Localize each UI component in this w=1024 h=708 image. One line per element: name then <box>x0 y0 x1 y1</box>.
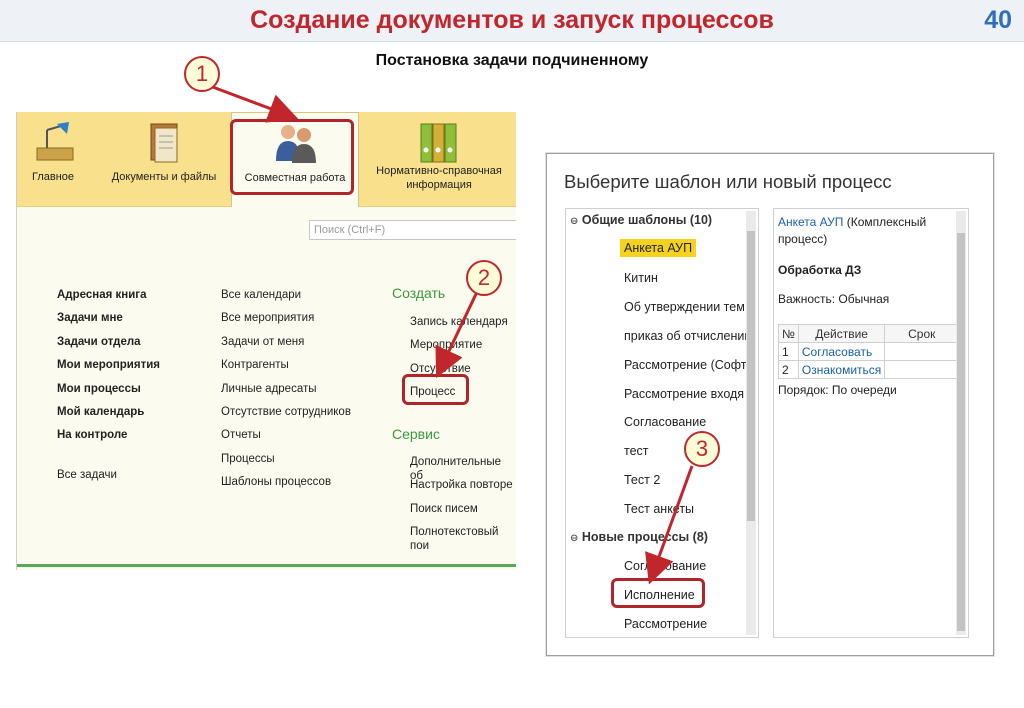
arrow-2 <box>435 293 478 379</box>
callout-3: 3 <box>684 431 720 467</box>
callout-1: 1 <box>184 56 220 92</box>
annotation-arrows <box>209 84 694 585</box>
arrow-1 <box>209 84 299 123</box>
arrow-3 <box>645 465 694 585</box>
callout-2: 2 <box>466 260 502 296</box>
